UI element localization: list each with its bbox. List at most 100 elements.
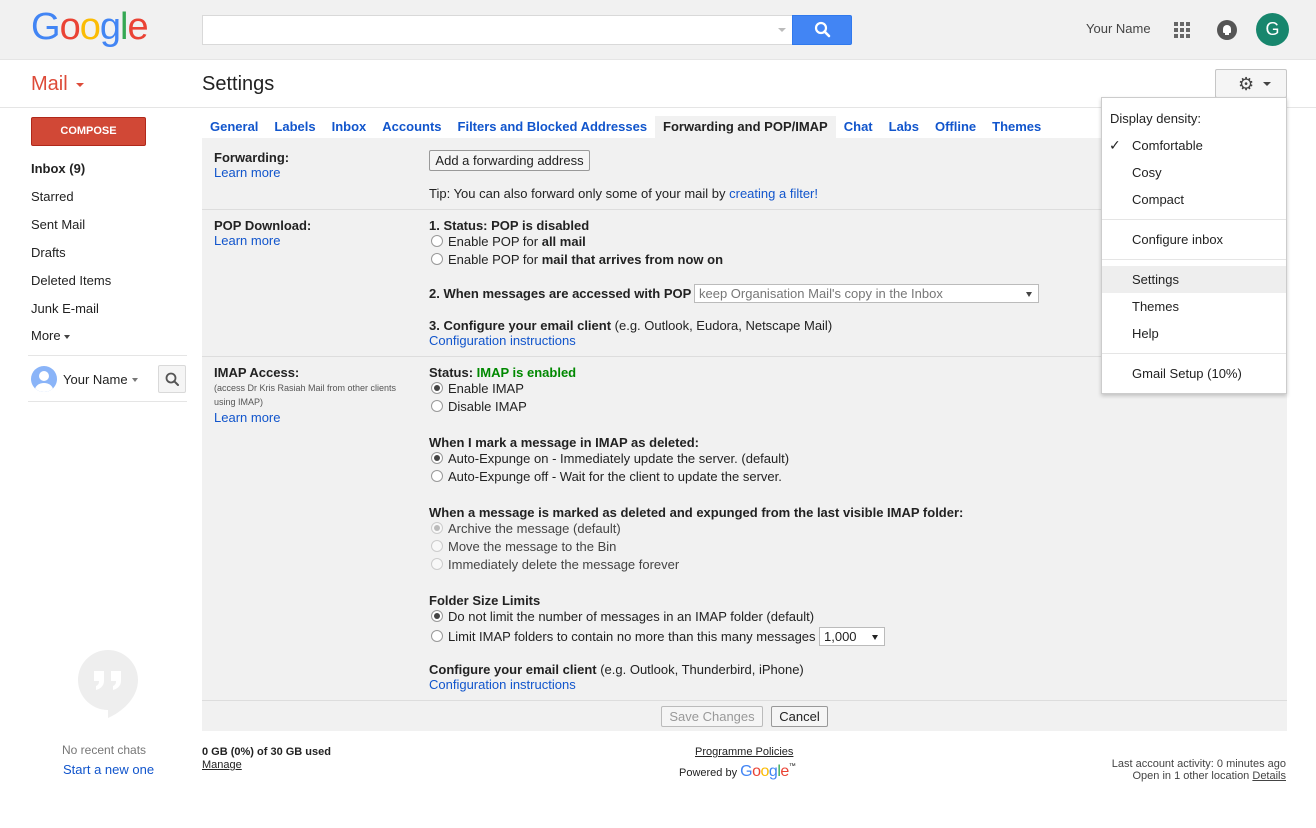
chat-user-name[interactable]: Your Name [63, 372, 128, 387]
radio-button[interactable] [431, 522, 443, 534]
compose-button[interactable]: COMPOSE [31, 117, 146, 146]
google-logo[interactable]: Google [31, 6, 149, 49]
account-name[interactable]: Your Name [1086, 21, 1151, 36]
no-recent-chats-text: No recent chats [62, 743, 147, 757]
pop-learn-more-link[interactable]: Learn more [214, 233, 280, 248]
logo-letter: o [752, 763, 761, 780]
folder-limit-select[interactable]: 1,000 [819, 627, 885, 646]
radio-button[interactable] [431, 400, 443, 412]
tab-offline[interactable]: Offline [927, 116, 984, 138]
settings-gear-button[interactable]: ⚙ [1215, 69, 1287, 98]
move-to-bin-option[interactable]: Move the message to the Bin [431, 539, 616, 554]
auto-expunge-off-option[interactable]: Auto-Expunge off - Wait for the client t… [431, 469, 782, 484]
search-icon [814, 21, 831, 38]
delete-forever-option[interactable]: Immediately delete the message forever [431, 557, 679, 572]
menu-item-cosy[interactable]: Cosy [1102, 159, 1286, 186]
save-changes-button[interactable]: Save Changes [661, 706, 763, 727]
no-folder-limit-option[interactable]: Do not limit the number of messages in a… [431, 609, 814, 624]
chevron-down-icon[interactable] [132, 378, 138, 382]
radio-button[interactable] [431, 610, 443, 622]
pop-configuration-instructions-link[interactable]: Configuration instructions [429, 333, 576, 348]
menu-item-comfortable[interactable]: ✓ Comfortable [1102, 132, 1286, 159]
tab-themes[interactable]: Themes [984, 116, 1049, 138]
manage-storage-link[interactable]: Manage [202, 759, 242, 771]
sidebar-item-sent[interactable]: Sent Mail [31, 217, 85, 232]
radio-button[interactable] [431, 630, 443, 642]
search-button[interactable] [792, 15, 852, 45]
powered-by-text: Powered by [679, 767, 738, 779]
forwarding-learn-more-link[interactable]: Learn more [214, 165, 280, 180]
people-search-button[interactable] [158, 365, 186, 393]
tab-filters[interactable]: Filters and Blocked Addresses [450, 116, 656, 138]
pop-option-from-now[interactable]: Enable POP for mail that arrives from no… [431, 252, 723, 267]
pop-option-all-mail[interactable]: Enable POP for all mail [431, 234, 586, 249]
menu-item-configure-inbox[interactable]: Configure inbox [1102, 226, 1286, 253]
apps-grid-icon[interactable] [1174, 22, 1190, 38]
pop-action-select[interactable]: keep Organisation Mail's copy in the Inb… [694, 284, 1039, 303]
details-link[interactable]: Details [1252, 770, 1286, 782]
programme-policies-link[interactable]: Programme Policies [695, 746, 793, 758]
limit-folder-option[interactable]: Limit IMAP folders to contain no more th… [431, 629, 816, 644]
option-text: Move the message to the Bin [448, 539, 617, 554]
radio-button[interactable] [431, 558, 443, 570]
search-input[interactable] [203, 16, 763, 44]
imap-configure-hint: (e.g. Outlook, Thunderbird, iPhone) [596, 662, 804, 677]
tab-chat[interactable]: Chat [836, 116, 881, 138]
disable-imap-option[interactable]: Disable IMAP [431, 399, 527, 414]
search-box [202, 15, 793, 45]
auto-expunge-on-option[interactable]: Auto-Expunge on - Immediately update the… [431, 451, 789, 466]
tab-forwarding-pop-imap[interactable]: Forwarding and POP/IMAP [655, 116, 836, 138]
pop-download-label: POP Download: [214, 218, 312, 233]
menu-item-help[interactable]: Help [1102, 320, 1286, 347]
search-options-icon[interactable] [778, 28, 786, 32]
chevron-down-icon [1026, 292, 1032, 297]
menu-item-compact[interactable]: Compact [1102, 186, 1286, 213]
option-text: Archive the message (default) [448, 521, 621, 536]
sidebar-item-starred[interactable]: Starred [31, 189, 74, 204]
start-new-chat-link[interactable]: Start a new one [63, 762, 154, 777]
notifications-bell-icon[interactable] [1217, 20, 1237, 40]
page-title: Settings [202, 73, 275, 95]
logo-letter: o [79, 6, 101, 48]
imap-configuration-instructions-link[interactable]: Configuration instructions [429, 677, 576, 692]
tab-general[interactable]: General [202, 116, 266, 138]
radio-button[interactable] [431, 452, 443, 464]
tab-accounts[interactable]: Accounts [374, 116, 449, 138]
folder-limit-value: 1,000 [824, 629, 857, 644]
top-bar: Google Your Name G [0, 0, 1316, 60]
radio-button[interactable] [431, 470, 443, 482]
sidebar-item-drafts[interactable]: Drafts [31, 245, 66, 260]
chevron-down-icon[interactable] [76, 83, 84, 87]
tab-inbox[interactable]: Inbox [324, 116, 375, 138]
policies-link-text: Programme Policies [695, 746, 794, 758]
chevron-down-icon [1263, 82, 1271, 86]
create-filter-link[interactable]: creating a filter! [729, 186, 818, 201]
archive-message-option[interactable]: Archive the message (default) [431, 521, 621, 536]
radio-button[interactable] [431, 540, 443, 552]
option-text: Enable POP for [448, 234, 542, 249]
radio-button[interactable] [431, 382, 443, 394]
tab-labs[interactable]: Labs [881, 116, 927, 138]
radio-button[interactable] [431, 253, 443, 265]
sidebar-item-junk[interactable]: Junk E-mail [31, 301, 99, 316]
account-avatar[interactable]: G [1256, 13, 1289, 46]
radio-button[interactable] [431, 235, 443, 247]
enable-imap-option[interactable]: Enable IMAP [431, 381, 524, 396]
menu-item-settings[interactable]: Settings [1102, 266, 1286, 293]
chat-user-avatar[interactable] [31, 366, 57, 392]
imap-learn-more-link[interactable]: Learn more [214, 410, 280, 425]
open-locations: Open in 1 other location Details [1133, 770, 1287, 782]
menu-item-gmail-setup[interactable]: Gmail Setup (10%) [1102, 360, 1286, 387]
trademark-mark: ™ [788, 763, 796, 770]
sidebar-item-inbox[interactable]: Inbox (9) [31, 161, 85, 176]
mail-app-switcher[interactable]: Mail [31, 73, 68, 96]
option-text: Do not limit the number of messages in a… [448, 609, 815, 624]
cancel-button[interactable]: Cancel [771, 706, 828, 727]
tab-labels[interactable]: Labels [266, 116, 323, 138]
imap-access-label: IMAP Access: [214, 365, 300, 380]
menu-item-themes[interactable]: Themes [1102, 293, 1286, 320]
sidebar-item-more[interactable]: More [31, 328, 70, 343]
add-forwarding-address-button[interactable]: Add a forwarding address [429, 150, 590, 171]
sidebar-item-deleted[interactable]: Deleted Items [31, 273, 111, 288]
imap-access-sublabel: (access Dr Kris Rasiah Mail from other c… [214, 383, 397, 407]
